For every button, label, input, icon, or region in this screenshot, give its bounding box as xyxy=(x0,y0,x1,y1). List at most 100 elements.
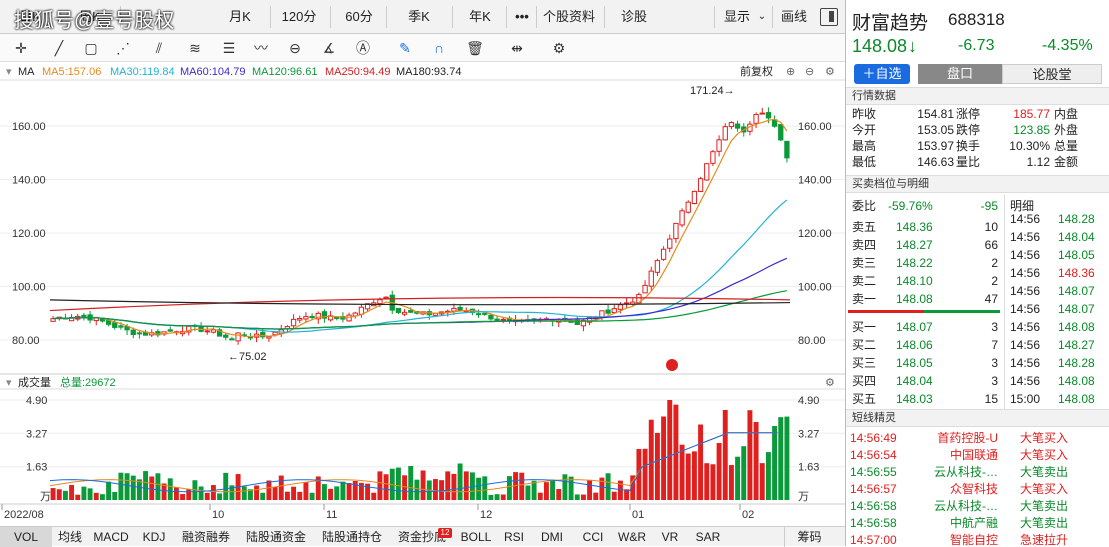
candle-body xyxy=(660,248,667,260)
period-120min[interactable]: 120分 xyxy=(276,6,322,28)
add-watchlist-button[interactable]: ＋自选 xyxy=(854,64,910,84)
order-label: 卖二 xyxy=(852,274,877,288)
period-month[interactable]: 月K xyxy=(222,6,258,28)
wave-tool-icon[interactable]: 〰 xyxy=(250,38,272,58)
order-price: 148.04 xyxy=(896,374,933,388)
period-year[interactable]: 年K xyxy=(458,6,502,28)
more-button[interactable]: ••• xyxy=(508,6,536,28)
order-label: 卖三 xyxy=(852,256,877,270)
period-60min[interactable]: 60分 xyxy=(336,6,382,28)
tab-ma[interactable]: 均线 xyxy=(52,527,88,547)
tab-rsi[interactable]: RSI xyxy=(498,527,530,547)
candle-body xyxy=(716,139,722,152)
detail-list: 14:56 148.28 14:56 148.04 14:56 148.05 14:56 14… xyxy=(1006,210,1109,410)
panel-toggle-icon[interactable] xyxy=(820,8,838,26)
quote-label: 总量 xyxy=(1054,139,1079,153)
parallel-tool-icon[interactable]: ≋ xyxy=(184,38,206,58)
tab-vol[interactable]: VOL xyxy=(0,527,52,547)
tab-boll[interactable]: BOLL xyxy=(454,527,498,547)
chevron-down-icon[interactable]: ⌄ xyxy=(756,6,768,28)
volume-bar xyxy=(722,409,728,500)
kline-chart[interactable]: 160.00 160.00 140.00 140.00 120.00 120.00 100.… xyxy=(0,62,845,526)
candle-body xyxy=(488,314,494,320)
candle-body xyxy=(475,313,482,316)
zoom-in-icon[interactable]: ⊕ xyxy=(786,63,795,81)
tab-kdj[interactable]: KDJ xyxy=(134,527,174,547)
tab-hk-holding[interactable]: 陆股通持仓 xyxy=(314,527,390,547)
adjust-dropdown[interactable]: 前复权 xyxy=(740,63,773,81)
rect-tool-icon[interactable]: ▢ xyxy=(80,38,102,58)
line-tool-icon[interactable]: ╱ xyxy=(48,38,70,58)
draw-line-button[interactable]: 画线 xyxy=(776,6,812,28)
volume-bar xyxy=(476,477,482,500)
x-label: 01 xyxy=(632,509,644,521)
order-row: 买二 148.06 7 xyxy=(846,336,1004,354)
spirit-name: 中航产融 xyxy=(949,516,998,530)
volume-bar xyxy=(765,452,771,500)
volume-bar xyxy=(99,494,105,500)
candle-body xyxy=(303,316,309,320)
ma-toggle-icon[interactable]: ▾ xyxy=(6,63,12,81)
volume-bar xyxy=(704,463,710,500)
chips-button[interactable]: 筹码 xyxy=(784,527,834,547)
angle-tool-icon[interactable]: ∡ xyxy=(318,38,340,58)
volume-bar xyxy=(500,494,506,500)
volume-gear-icon[interactable]: ⚙ xyxy=(825,375,835,391)
volume-bar xyxy=(698,424,704,500)
tab-dmi[interactable]: DMI xyxy=(532,527,572,547)
tab-stock-profile[interactable]: 个股资料 xyxy=(540,6,598,28)
cycle-tool-icon[interactable]: ⊖ xyxy=(284,38,306,58)
order-price: 148.10 xyxy=(896,274,933,288)
quote-value: 10.30% xyxy=(1009,139,1050,153)
tab-wr[interactable]: W&R xyxy=(612,527,652,547)
volume-bar xyxy=(420,470,426,500)
settings-icon[interactable]: ⚙ xyxy=(548,38,570,58)
orderbook-section-title: 买卖档位与明细 xyxy=(846,175,1109,193)
ma-legend: ▾ MA MA5:157.06 MA30:119.84 MA60:104.79 … xyxy=(0,63,845,81)
volume-bar xyxy=(328,488,334,500)
detail-row: 14:56 148.28 xyxy=(1006,354,1109,372)
trash-icon[interactable]: 🗑 xyxy=(464,38,486,58)
detail-row: 14:56 148.08 xyxy=(1006,318,1109,336)
tab-hk-flow[interactable]: 陆股通资金 xyxy=(238,527,314,547)
detail-row: 14:56 148.07 xyxy=(1006,282,1109,300)
magnet-icon[interactable]: ∩ xyxy=(428,38,450,58)
detail-price: 148.08 xyxy=(1058,392,1095,406)
tab-macd[interactable]: MACD xyxy=(88,527,134,547)
zoom-out-icon[interactable]: ⊖ xyxy=(805,63,814,81)
candle-body xyxy=(710,151,716,164)
tab-vr[interactable]: VR xyxy=(652,527,688,547)
tab-diagnose[interactable]: 诊股 xyxy=(612,6,656,28)
tab-margin[interactable]: 融资融券 xyxy=(174,527,238,547)
drawing-toolbar: ✛ ╱ ▢ ⋰ ⫽ ≋ ☰ 〰 ⊖ ∡ Ⓐ ✎ ∩ 🗑 ⇹ ⚙ xyxy=(0,34,845,62)
ma120-value: MA120:96.61 xyxy=(252,66,318,78)
order-label: 买三 xyxy=(852,356,877,370)
order-price: 148.36 xyxy=(896,220,933,234)
range-icon[interactable]: ⇹ xyxy=(506,38,528,58)
spirit-name: 云从科技-… xyxy=(934,499,998,513)
order-label: 卖一 xyxy=(852,292,877,306)
tab-sar[interactable]: SAR xyxy=(688,527,728,547)
quote-value: 1.12 xyxy=(1026,155,1050,169)
candle-body xyxy=(673,222,679,240)
crosshair-icon[interactable]: ✛ xyxy=(10,38,32,58)
display-dropdown[interactable]: 显示 xyxy=(718,6,756,28)
order-row: 买五 148.03 15 xyxy=(846,390,1004,408)
vol-tick-right: 1.63 xyxy=(798,462,819,474)
price-tick-left: 140.00 xyxy=(12,175,46,187)
gear-icon[interactable]: ⚙ xyxy=(825,63,835,81)
tab-forum[interactable]: 论股堂 xyxy=(1002,64,1102,84)
volume-bar xyxy=(778,417,784,500)
fib-tool-icon[interactable]: ☰ xyxy=(218,38,240,58)
volume-bar xyxy=(519,472,525,500)
candle-body xyxy=(383,296,389,299)
period-quarter[interactable]: 季K xyxy=(392,6,446,28)
pen-icon[interactable]: ✎ xyxy=(394,38,416,58)
tab-pankou[interactable]: 盘口 xyxy=(918,64,1002,84)
channel-tool-icon[interactable]: ⫽ xyxy=(148,38,170,58)
tab-cci[interactable]: CCI xyxy=(574,527,612,547)
text-tool-icon[interactable]: Ⓐ xyxy=(352,38,374,58)
candle-body xyxy=(99,318,106,322)
quote-label: 涨停 xyxy=(956,107,981,121)
fan-tool-icon[interactable]: ⋰ xyxy=(112,38,134,58)
